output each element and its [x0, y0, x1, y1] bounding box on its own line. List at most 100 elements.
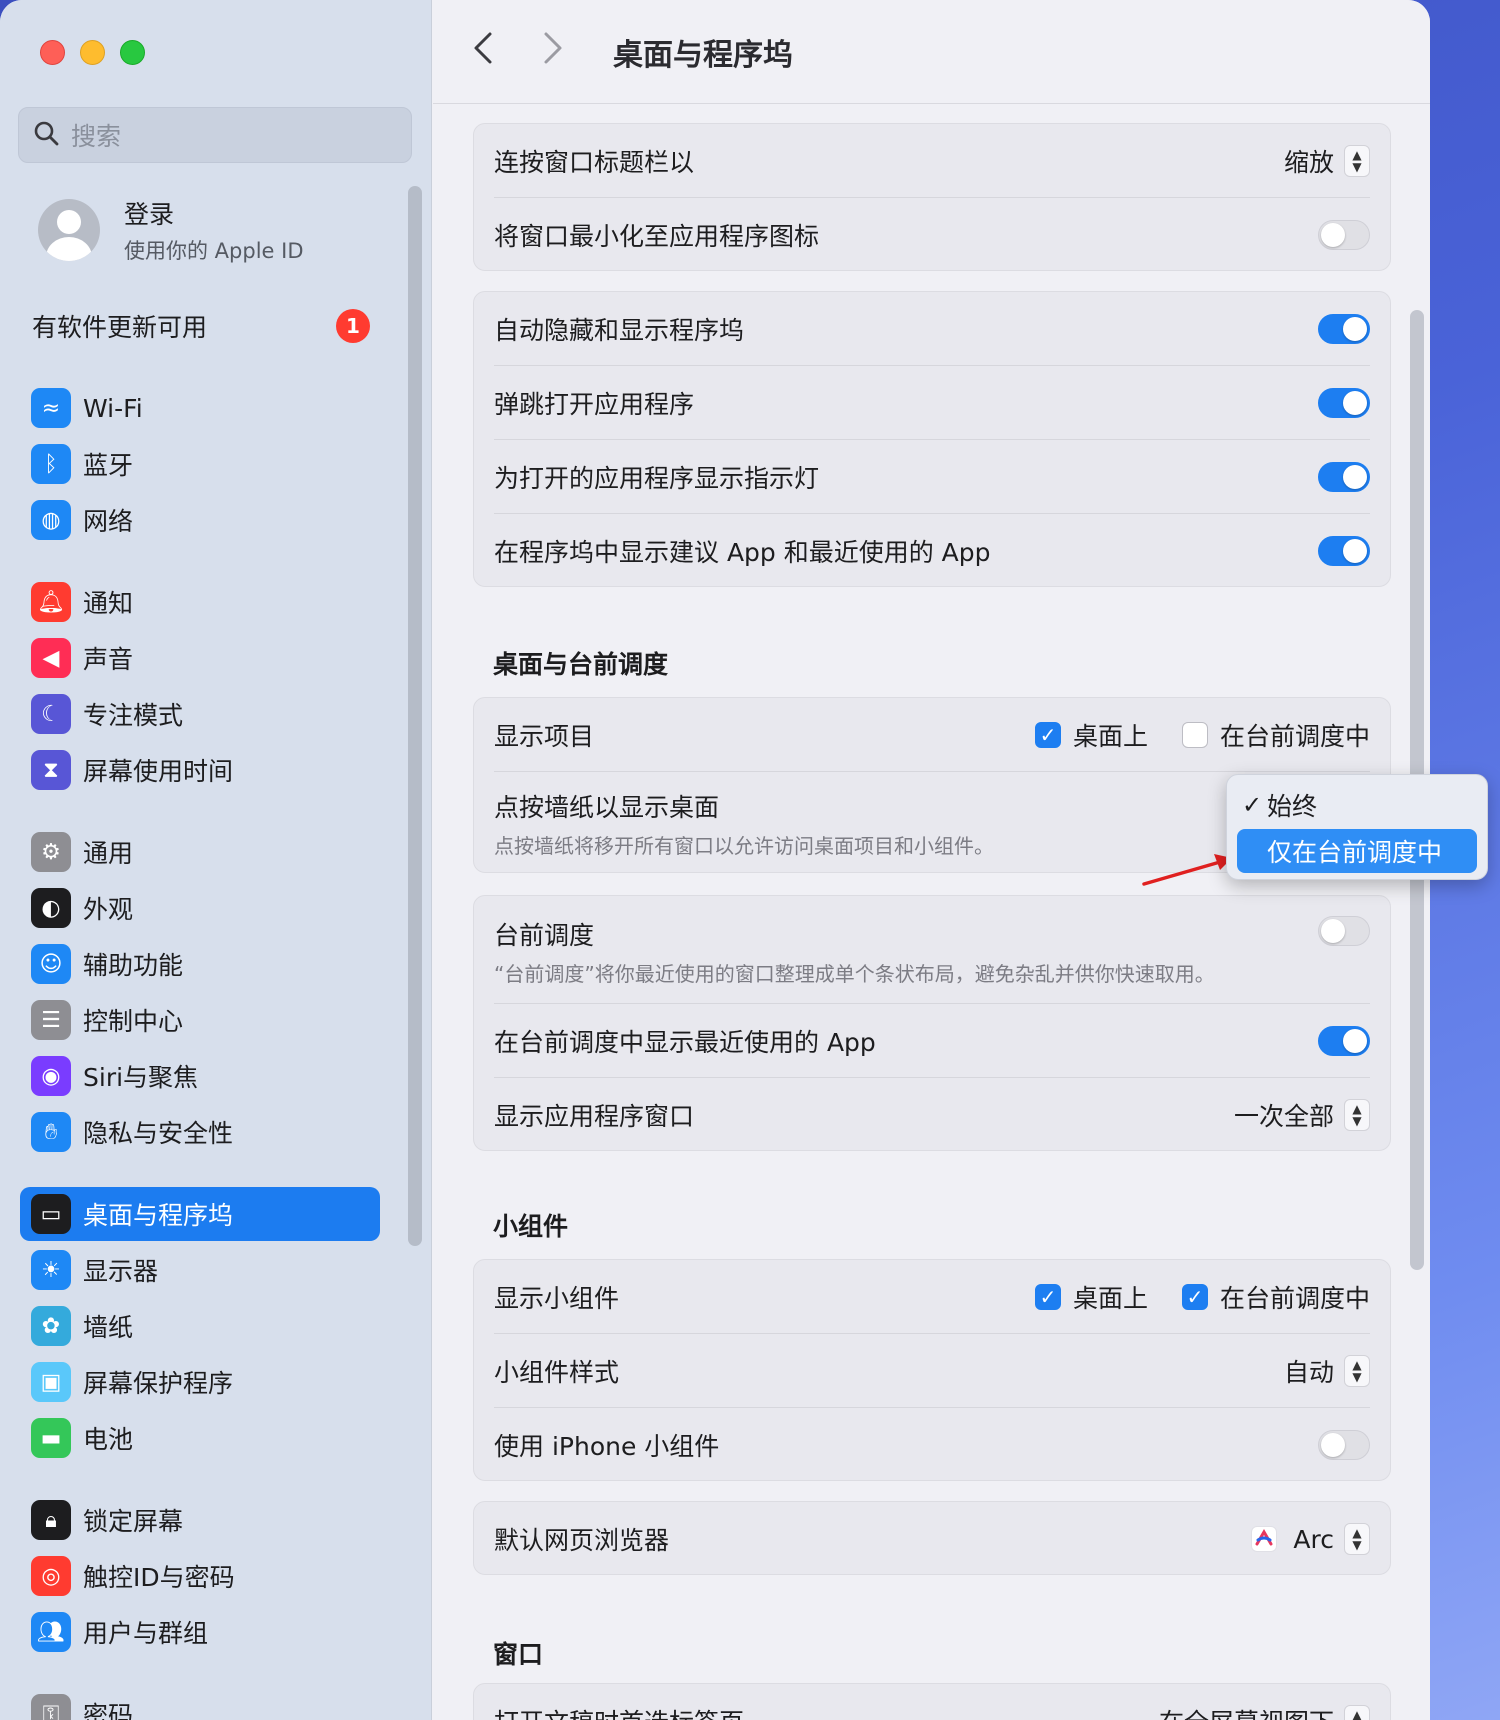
sidebar-item-battery[interactable]: ▬ 电池 [20, 1411, 380, 1465]
key-icon: ⚿ [31, 1694, 71, 1720]
back-button[interactable] [463, 29, 503, 75]
widget-style-value: 自动 [1283, 1358, 1334, 1387]
sidebar-item-label: 控制中心 [83, 1007, 184, 1036]
update-count-badge: 1 [336, 309, 370, 343]
sidebar-item-bluetooth[interactable]: ᛒ 蓝牙 [20, 437, 380, 491]
sidebar-item-globe[interactable]: ◍ 网络 [20, 493, 380, 547]
sidebar-item-accessibility[interactable]: ☺ 辅助功能 [20, 937, 380, 991]
bluetooth-icon: ᛒ [31, 444, 71, 484]
show-items-desktop-checkbox[interactable]: ✓ 桌面上 [1034, 717, 1148, 753]
menu-option-label: 仅在台前调度中 [1267, 838, 1443, 867]
account-subtitle: 使用你的 Apple ID [124, 239, 304, 263]
up-down-chevron-icon: ▲▼ [1344, 1523, 1370, 1555]
sidebar-item-wifi[interactable]: ≈ Wi-Fi [20, 381, 380, 435]
show-widgets-label: 显示小组件 [494, 1284, 620, 1313]
suggested-apps-toggle[interactable] [1318, 536, 1370, 566]
sidebar-item-bell[interactable]: 🔔︎ 通知 [20, 575, 380, 629]
sidebar-item-hourglass[interactable]: ⧗ 屏幕使用时间 [20, 743, 380, 797]
minimize-button[interactable] [80, 40, 105, 65]
menu-option-stage-only[interactable]: 仅在台前调度中 [1237, 829, 1477, 873]
show-items-stage-checkbox[interactable]: 在台前调度中 [1181, 717, 1370, 753]
sidebar-item-fingerprint[interactable]: ◎ 触控ID与密码 [20, 1549, 380, 1603]
browser-group: 默认网页浏览器 Arc ▲ ▼ [473, 1501, 1391, 1575]
annotation-arrow-icon [1142, 854, 1232, 886]
sidebar-item-label: 外观 [83, 895, 134, 924]
sidebar-item-moon[interactable]: ☾ 专注模式 [20, 687, 380, 741]
sidebar-item-siri[interactable]: ◉ Siri与聚焦 [20, 1049, 380, 1103]
click-wallpaper-menu: ✓ 始终 仅在台前调度中 [1226, 774, 1488, 880]
sidebar-item-label: 网络 [83, 507, 134, 536]
show-windows-popup[interactable]: 一次全部 ▲ ▼ [1234, 1097, 1370, 1133]
sidebar-item-key[interactable]: ⚿ 密码 [20, 1687, 380, 1720]
gear-icon: ⚙ [31, 832, 71, 872]
minimize-to-icon-label: 将窗口最小化至应用程序图标 [494, 222, 820, 251]
widget-style-row: 小组件样式 自动 ▲ ▼ [494, 1334, 1370, 1408]
sidebar-item-control-center[interactable]: ☰ 控制中心 [20, 993, 380, 1047]
sidebar-scrollbar[interactable] [408, 186, 422, 1246]
double-click-popup[interactable]: 缩放 ▲ ▼ [1284, 143, 1370, 179]
iphone-widgets-label: 使用 iPhone 小组件 [494, 1432, 720, 1461]
forward-button[interactable] [533, 29, 573, 75]
sidebar-item-label: 屏幕保护程序 [83, 1369, 234, 1398]
update-label: 有软件更新可用 [32, 313, 208, 342]
search-placeholder: 搜索 [71, 122, 122, 151]
window-behavior-group: 连按窗口标题栏以 缩放 ▲ ▼ 将窗口最小化至应用程序图标 [473, 123, 1391, 271]
search-icon [33, 120, 59, 150]
sidebar-item-gear[interactable]: ⚙ 通用 [20, 825, 380, 879]
widgets-desktop-checkbox[interactable]: ✓ 桌面上 [1034, 1279, 1148, 1315]
bell-icon: 🔔︎ [31, 582, 71, 622]
indicators-row: 为打开的应用程序显示指示灯 [494, 440, 1370, 514]
settings-content: 连按窗口标题栏以 缩放 ▲ ▼ 将窗口最小化至应用程序图标 自动隐藏和显示程序坞 … [433, 105, 1430, 1720]
stage-manager-toggle[interactable] [1318, 916, 1370, 946]
checkmark-icon: ✓ [1241, 791, 1263, 819]
show-items-label: 显示项目 [494, 722, 595, 751]
default-browser-value: Arc [1293, 1524, 1334, 1554]
accessibility-icon: ☺ [31, 944, 71, 984]
bounce-toggle[interactable] [1318, 388, 1370, 418]
double-click-row: 连按窗口标题栏以 缩放 ▲ ▼ [494, 124, 1370, 198]
checkbox-icon: ✓ [1034, 1284, 1061, 1310]
autohide-toggle[interactable] [1318, 314, 1370, 344]
sidebar-item-dock[interactable]: ▭ 桌面与程序坞 [20, 1187, 380, 1241]
sidebar-item-lock[interactable]: 🔒︎ 锁定屏幕 [20, 1493, 380, 1547]
sidebar-item-sun[interactable]: ☀ 显示器 [20, 1243, 380, 1297]
show-items-desktop-label: 桌面上 [1072, 722, 1148, 751]
zoom-button[interactable] [120, 40, 145, 65]
widget-style-label: 小组件样式 [494, 1358, 620, 1387]
close-button[interactable] [40, 40, 65, 65]
checkbox-icon: ✓ [1181, 1284, 1208, 1310]
iphone-widgets-toggle[interactable] [1318, 1430, 1370, 1460]
tabs-preference-popup[interactable]: 在全屏幕视图下 ▲▼ [1159, 1703, 1370, 1720]
screensaver-icon: ▣ [31, 1362, 71, 1402]
widget-style-popup[interactable]: 自动 ▲ ▼ [1284, 1353, 1370, 1389]
sidebar-item-label: 显示器 [83, 1257, 159, 1286]
software-update-row[interactable]: 有软件更新可用 1 [32, 308, 370, 344]
lock-icon: 🔒︎ [31, 1500, 71, 1540]
sidebar-item-users[interactable]: 👥︎ 用户与群组 [20, 1605, 380, 1659]
indicators-label: 为打开的应用程序显示指示灯 [494, 464, 820, 493]
hand-icon: ✋︎ [31, 1112, 71, 1152]
appearance-icon: ◐ [31, 888, 71, 928]
menu-option-always[interactable]: ✓ 始终 [1237, 783, 1477, 827]
default-browser-popup[interactable]: Arc ▲ ▼ [1251, 1523, 1370, 1555]
window-section-title: 窗口 [493, 1640, 544, 1669]
apple-id-account[interactable]: 登录 使用你的 Apple ID [38, 195, 304, 265]
tabs-preference-label: 打开文稿时首选标签页 [494, 1703, 744, 1720]
sidebar-item-speaker[interactable]: ◀ 声音 [20, 631, 380, 685]
stage-manager-row: 台前调度 “台前调度”将你最近使用的窗口整理成单个条状布局，避免杂乱并供你快速取… [494, 896, 1370, 1004]
sidebar-item-label: 通用 [83, 839, 134, 868]
minimize-to-icon-toggle[interactable] [1318, 220, 1370, 250]
widgets-stage-checkbox[interactable]: ✓ 在台前调度中 [1181, 1279, 1370, 1315]
recent-apps-stage-toggle[interactable] [1318, 1026, 1370, 1056]
users-icon: 👥︎ [31, 1612, 71, 1652]
show-items-stage-label: 在台前调度中 [1219, 722, 1370, 751]
sidebar-item-appearance[interactable]: ◐ 外观 [20, 881, 380, 935]
autohide-row: 自动隐藏和显示程序坞 [494, 292, 1370, 366]
click-wallpaper-label: 点按墙纸以显示桌面 [494, 792, 720, 822]
sidebar-item-flower[interactable]: ✿ 墙纸 [20, 1299, 380, 1353]
sidebar-item-screensaver[interactable]: ▣ 屏幕保护程序 [20, 1355, 380, 1409]
search-field[interactable]: 搜索 [18, 107, 412, 163]
indicators-toggle[interactable] [1318, 462, 1370, 492]
tabs-preference-row: 打开文稿时首选标签页 在全屏幕视图下 ▲▼ [494, 1684, 1370, 1720]
sidebar-item-hand[interactable]: ✋︎ 隐私与安全性 [20, 1105, 380, 1159]
